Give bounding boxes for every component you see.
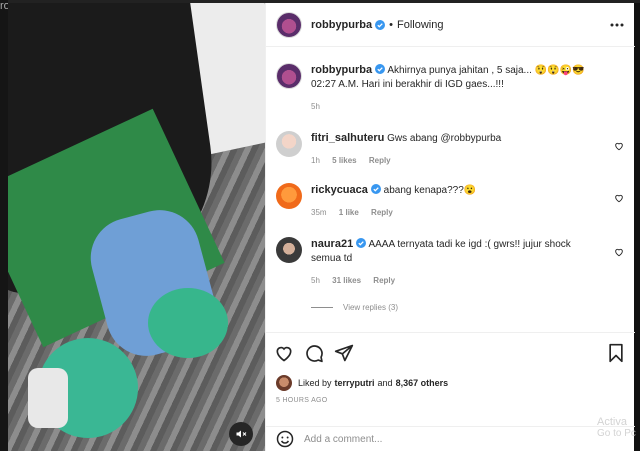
liked-by-others[interactable]: 8,367 others: [396, 378, 449, 388]
more-horizontal-icon: [610, 23, 624, 27]
following-button[interactable]: Following: [397, 19, 443, 31]
speaker-muted-icon: [236, 430, 247, 438]
reply-button[interactable]: Reply: [373, 276, 395, 285]
caption-time[interactable]: 5h: [311, 102, 320, 111]
caption-username[interactable]: robbypurba: [311, 64, 372, 76]
smiley-icon[interactable]: [276, 430, 294, 448]
video-frame-detail: [28, 368, 68, 428]
verified-badge-icon: [370, 184, 381, 194]
post-caption: robbypurba Akhirnya punya jahitan , 5 sa…: [276, 63, 621, 114]
post-header: robbypurba • Following: [266, 3, 635, 47]
post-actions: Liked by terryputri and 8,367 others 5 H…: [266, 332, 635, 426]
bookmark-icon[interactable]: [606, 343, 626, 363]
comment-likes[interactable]: 5 likes: [332, 156, 356, 165]
comment-username[interactable]: naura21: [311, 238, 353, 250]
comment-like-icon[interactable]: [614, 193, 624, 203]
liked-by-label: Liked by: [298, 378, 332, 388]
more-options-button[interactable]: [609, 17, 625, 33]
avatar[interactable]: [276, 375, 292, 391]
reply-button[interactable]: Reply: [369, 156, 391, 165]
comment-username[interactable]: fitri_salhuteru: [311, 132, 384, 144]
comment-input[interactable]: [304, 433, 604, 445]
activation-watermark: Activa Go to Pc: [597, 416, 636, 440]
verified-badge-icon: [375, 19, 386, 30]
comment-time[interactable]: 5h: [311, 276, 320, 285]
likes-summary: Liked by terryputri and 8,367 others: [276, 375, 451, 391]
comment-time[interactable]: 35m: [311, 208, 327, 217]
verified-badge-icon: [356, 238, 367, 248]
comment-likes[interactable]: 31 likes: [332, 276, 361, 285]
divider: [311, 307, 333, 308]
post-modal: robbypurba • Following robbypurba Akhirn…: [8, 3, 635, 451]
comment-likes[interactable]: 1 like: [339, 208, 359, 217]
comment-time[interactable]: 1h: [311, 156, 320, 165]
paper-plane-icon[interactable]: [334, 343, 354, 363]
comment-item: naura21 AAAA ternyata tadi ke igd :( gwr…: [276, 237, 621, 288]
view-replies-button[interactable]: View replies (3): [311, 303, 398, 312]
comment-like-icon[interactable]: [614, 141, 624, 151]
post-timestamp[interactable]: 5 HOURS AGO: [276, 397, 328, 404]
add-comment-bar: [266, 426, 635, 451]
mute-toggle-button[interactable]: [229, 422, 253, 446]
heart-icon[interactable]: [274, 343, 294, 363]
comment-item: fitri_salhuteru Gws abang @robbypurba 1h…: [276, 131, 621, 168]
avatar[interactable]: [276, 131, 302, 157]
post-video[interactable]: [8, 3, 265, 451]
page-backdrop-left: [0, 0, 8, 451]
watermark-line1: Activa: [597, 416, 627, 428]
header-username[interactable]: robbypurba: [311, 19, 372, 31]
comment-text: Gws abang @robbypurba: [387, 133, 502, 144]
video-frame-detail: [148, 288, 228, 358]
post-details-panel: robbypurba • Following robbypurba Akhirn…: [265, 3, 635, 451]
view-replies-label: View replies (3): [343, 303, 398, 312]
avatar[interactable]: [276, 183, 302, 209]
watermark-line2: Go to Pc: [597, 428, 636, 439]
avatar[interactable]: [276, 63, 302, 89]
verified-badge-icon: [375, 64, 386, 74]
comment-username[interactable]: rickycuaca: [311, 184, 368, 196]
header-separator: •: [389, 18, 393, 31]
liked-by-user[interactable]: terryputri: [335, 378, 375, 388]
reply-button[interactable]: Reply: [371, 208, 393, 217]
comment-like-icon[interactable]: [614, 247, 624, 257]
comment-bubble-icon[interactable]: [304, 343, 324, 363]
liked-by-conjunction: and: [377, 378, 393, 388]
avatar[interactable]: [276, 11, 302, 38]
comment-text: abang kenapa???😮: [383, 185, 477, 196]
comment-item: rickycuaca abang kenapa???😮 35m 1 like R…: [276, 183, 621, 220]
avatar[interactable]: [276, 237, 302, 263]
